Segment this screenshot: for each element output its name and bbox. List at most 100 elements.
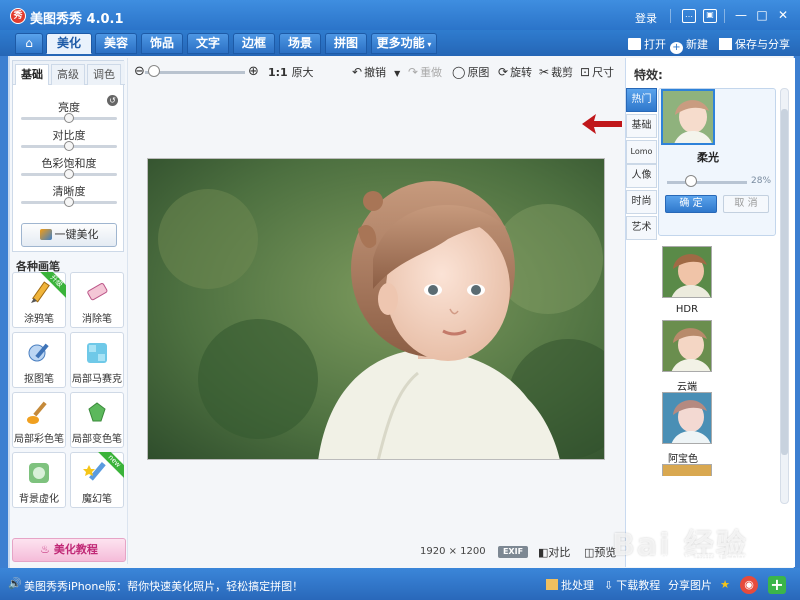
weibo-icon[interactable]: ◉ xyxy=(740,576,758,594)
cancel-button[interactable]: 取 消 xyxy=(723,195,769,213)
brush-eraser[interactable]: 消除笔 xyxy=(70,272,124,328)
brush-recolor[interactable]: 局部变色笔 xyxy=(70,392,124,448)
chevron-down-icon: ▼ xyxy=(394,69,401,78)
maximize-button[interactable]: □ xyxy=(755,9,769,23)
brightness-slider[interactable] xyxy=(21,113,117,123)
batch-label: 批处理 xyxy=(561,579,594,592)
effect-thumb-hdr[interactable] xyxy=(662,246,712,298)
canvas-image[interactable] xyxy=(147,158,605,460)
brush-label: 涂鸦笔 xyxy=(24,314,54,325)
plus-circle-icon: + xyxy=(670,42,683,54)
eraser-icon xyxy=(83,279,111,307)
sharpness-slider[interactable] xyxy=(21,197,117,207)
fx-tab-basic[interactable]: 基础 xyxy=(626,114,657,138)
tutorial-label: 美化教程 xyxy=(53,543,98,556)
beautify-tutorial-button[interactable]: ♨ 美化教程 xyxy=(12,538,126,562)
confirm-button[interactable]: 确 定 xyxy=(665,195,717,213)
sharpness-knob[interactable] xyxy=(64,197,74,207)
original-label: 原图 xyxy=(467,66,490,79)
tab-collage[interactable]: 拼图 xyxy=(325,33,367,54)
brush-mosaic[interactable]: 局部马赛克 xyxy=(70,332,124,388)
fx-tab-lomo[interactable]: Lomo xyxy=(626,140,657,164)
save-share-button[interactable]: 保存与分享 xyxy=(719,36,790,52)
share-button[interactable]: 分享图片 xyxy=(668,577,712,593)
add-icon[interactable]: + xyxy=(768,576,786,594)
fx-tab-hot[interactable]: 热门 xyxy=(626,88,657,112)
close-button[interactable]: ✕ xyxy=(776,9,790,23)
fx-tab-art[interactable]: 艺术 xyxy=(626,216,657,240)
tab-more[interactable]: 更多功能 ▾ xyxy=(371,33,437,54)
crop-label: 裁剪 xyxy=(551,66,574,79)
zoom-in-icon[interactable]: ⊕ xyxy=(248,64,259,79)
effect-thumb-selected[interactable] xyxy=(661,89,715,145)
ratio-button[interactable]: 1:1 原大 xyxy=(268,64,314,80)
brush-cutout[interactable]: 抠图笔 xyxy=(12,332,66,388)
original-button[interactable]: ◯ 原图 xyxy=(452,64,489,80)
subtab-color[interactable]: 调色 xyxy=(87,64,121,85)
brush-bg-blur[interactable]: 背景虚化 xyxy=(12,452,66,508)
image-dimensions: 1920 × 1200 xyxy=(420,546,486,557)
brush-magic[interactable]: new 魔幻笔 xyxy=(70,452,124,508)
rotate-icon: ⟳ xyxy=(498,65,509,79)
fx-tab-portrait[interactable]: 人像 xyxy=(626,164,657,188)
undo-button[interactable]: ↶ 撤销 ▼ xyxy=(352,64,400,80)
exif-button[interactable]: EXIF xyxy=(498,546,528,558)
minimize-button[interactable]: — xyxy=(734,9,748,23)
download-tutorial-button[interactable]: ⇩ 下载教程 xyxy=(604,577,660,593)
redo-button[interactable]: ↷ 重做 xyxy=(408,64,442,80)
brush-label: 局部变色笔 xyxy=(72,434,122,445)
saturation-slider[interactable] xyxy=(21,169,117,179)
home-icon[interactable]: ⌂ xyxy=(15,33,43,54)
thumb-image xyxy=(663,465,711,476)
contrast-slider[interactable] xyxy=(21,141,117,151)
zoom-out-icon[interactable]: ⊖ xyxy=(134,64,145,79)
effects-scrollbar-thumb[interactable] xyxy=(781,109,788,455)
download-icon: ⇩ xyxy=(604,579,614,592)
save-icon xyxy=(719,38,732,50)
effect-strength-knob[interactable] xyxy=(685,175,697,187)
brush-label: 局部彩色笔 xyxy=(14,434,64,445)
red-arrow-icon xyxy=(582,114,622,134)
zoom-knob[interactable] xyxy=(148,65,160,77)
rotate-button[interactable]: ⟳ 旋转 xyxy=(498,64,532,80)
status-message[interactable]: 美图秀秀iPhone版：帮你快速美化照片，轻松搞定拼图！ xyxy=(24,578,303,594)
status-bar: 🔊 美图秀秀iPhone版：帮你快速美化照片，轻松搞定拼图！ 批处理 ⇩ 下载教程… xyxy=(0,568,800,600)
tab-frame[interactable]: 边框 xyxy=(233,33,275,54)
effect-thumb-next[interactable] xyxy=(662,464,712,476)
subtab-basic[interactable]: 基础 xyxy=(15,64,49,85)
brush-doodle[interactable]: 升级 涂鸦笔 xyxy=(12,272,66,328)
paint-bucket-icon xyxy=(83,399,111,427)
effect-thumb-cloud[interactable] xyxy=(662,320,712,372)
crop-button[interactable]: ✂ 裁剪 xyxy=(539,64,573,80)
star-icon[interactable]: ★ xyxy=(716,576,734,594)
effect-strength-slider[interactable] xyxy=(667,181,747,184)
brush-partial-color[interactable]: 局部彩色笔 xyxy=(12,392,66,448)
fx-tab-fashion[interactable]: 时尚 xyxy=(626,190,657,214)
login-link[interactable]: 登录 xyxy=(635,10,657,26)
new-button[interactable]: + 新建 xyxy=(670,36,708,54)
chat-icon[interactable]: … xyxy=(682,9,696,23)
effect-name-hdr: HDR xyxy=(675,304,699,315)
menu-icon[interactable]: ▣ xyxy=(703,9,717,23)
one-key-beautify-button[interactable]: 一键美化 xyxy=(21,223,117,247)
thumb-image xyxy=(663,393,711,443)
batch-button[interactable]: 批处理 xyxy=(546,577,594,593)
open-button[interactable]: 打开 xyxy=(628,36,666,52)
zoom-slider[interactable] xyxy=(145,71,245,74)
tab-beauty[interactable]: 美容 xyxy=(95,33,137,54)
tab-text[interactable]: 文字 xyxy=(187,33,229,54)
saturation-knob[interactable] xyxy=(64,169,74,179)
brightness-knob[interactable] xyxy=(64,113,74,123)
subtab-advanced[interactable]: 高级 xyxy=(51,64,85,85)
effects-scrollbar[interactable] xyxy=(780,88,789,504)
contrast-knob[interactable] xyxy=(64,141,74,151)
compare-button[interactable]: ◧对比 xyxy=(538,544,570,560)
tab-accessories[interactable]: 饰品 xyxy=(141,33,183,54)
cutout-pen-icon xyxy=(25,339,53,367)
brush-label: 背景虚化 xyxy=(19,494,59,505)
original-size-label: 原大 xyxy=(291,66,314,79)
tab-beautify[interactable]: 美化 xyxy=(46,33,92,54)
tab-scene[interactable]: 场景 xyxy=(279,33,321,54)
effect-thumb-abao[interactable] xyxy=(662,392,712,444)
resize-button[interactable]: ⊡ 尺寸 xyxy=(580,64,614,80)
